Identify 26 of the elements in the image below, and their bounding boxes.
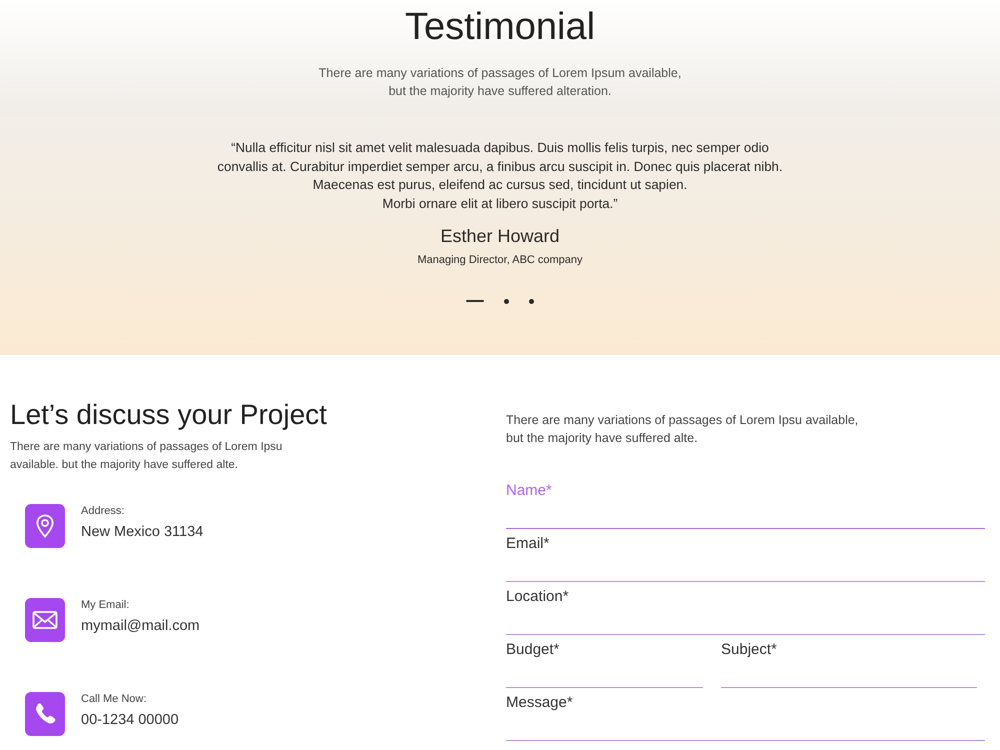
author-role: Managing Director, ABC company bbox=[417, 253, 583, 268]
section-subtitle: There are many variations of passages of Lorem Ipsum available, but the majority have suffered alteration. bbox=[318, 65, 682, 100]
phone-icon bbox=[25, 692, 65, 736]
section-title: Testimonial bbox=[404, 5, 596, 50]
info-value: 00-1234 00000 bbox=[81, 711, 179, 730]
location-pin-icon bbox=[25, 504, 65, 548]
author-name: Esther Howard bbox=[440, 225, 560, 248]
info-value: mymail@mail.com bbox=[81, 617, 200, 636]
envelope-icon bbox=[25, 598, 65, 642]
active-slide-indicator[interactable] bbox=[466, 300, 484, 302]
info-label: My Email: bbox=[81, 598, 130, 612]
contact-intro: There are many variations of passages of Lorem Ipsu available. but the majority have suffered alte. bbox=[10, 440, 282, 473]
text-field[interactable]: Location* bbox=[506, 582, 985, 635]
text-field[interactable]: Budget* bbox=[506, 635, 703, 688]
info-label: Address: bbox=[81, 504, 126, 518]
contact-heading: Let’s discuss your Project bbox=[10, 398, 327, 432]
text-field[interactable]: Name* bbox=[506, 476, 985, 529]
info-value: New Mexico 31134 bbox=[81, 523, 204, 542]
testimonial-quote: “Nulla efficitur nisl sit amet velit malesuada dapibus. Duis mollis felis turpis, nec semper odio convallis at. Curabitur imperdiet semper arcu, a finibus arcu suscipit in. Donec quis placerat nibh. Maecenas est purus, eleifend ac cursus sed, tincidunt ut sapien. Morbi ornare elit at libero suscipit porta.” bbox=[217, 139, 783, 213]
form-intro: There are many variations of passages of Lorem Ipsu available, but the majority have suffered alte. bbox=[506, 412, 858, 447]
text-field[interactable]: Subject* bbox=[721, 635, 977, 688]
info-label: Call Me Now: bbox=[81, 692, 148, 706]
slide-dot[interactable] bbox=[504, 298, 509, 304]
slide-dot[interactable] bbox=[529, 298, 534, 304]
text-field[interactable]: Email* bbox=[506, 529, 985, 582]
text-field[interactable]: Message* bbox=[506, 688, 985, 741]
